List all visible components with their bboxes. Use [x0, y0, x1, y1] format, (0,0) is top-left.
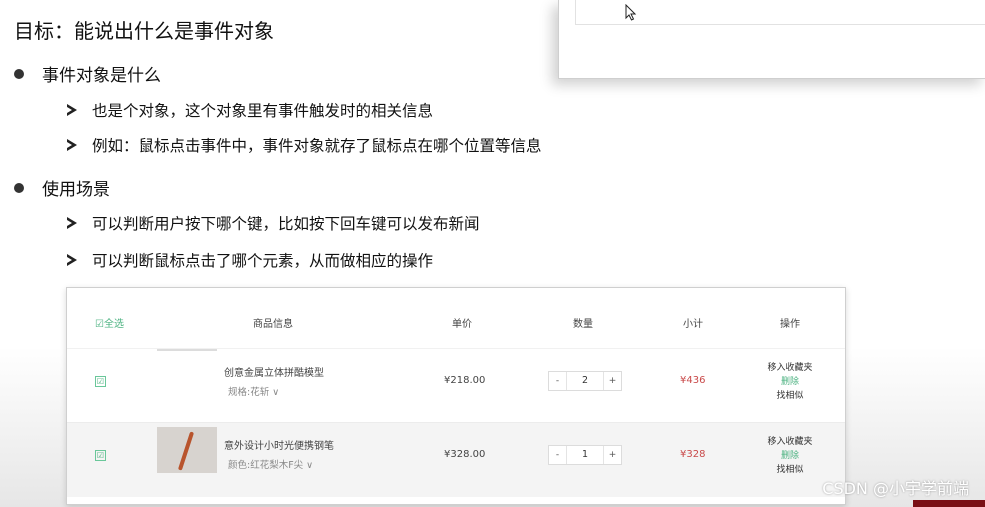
sub-item-text: 可以判断鼠标点击了哪个元素，从而做相应的操作: [92, 252, 434, 270]
arrow-bullet-icon: [67, 139, 77, 151]
sub-item: 可以判断鼠标点击了哪个元素，从而做相应的操作: [67, 249, 433, 271]
product-spec[interactable]: 规格:花斩 ∨: [228, 384, 279, 398]
sub-item: 也是个对象，这个对象里有事件触发时的相关信息: [67, 99, 433, 121]
watermark: CSDN @小宇学前端: [822, 479, 969, 498]
move-to-favorites-link[interactable]: 移入收藏夹: [757, 435, 823, 449]
find-similar-link[interactable]: 找相似: [757, 463, 823, 477]
sub-item: 可以判断用户按下哪个键，比如按下回车键可以发布新闻: [67, 212, 480, 234]
row-subtotal: ¥436: [680, 375, 706, 386]
product-name[interactable]: 意外设计小时光便携钢笔: [224, 437, 334, 452]
header-price: 单价: [452, 319, 472, 330]
row-actions: 移入收藏夹 删除 找相似: [757, 435, 823, 477]
sub-item: 例如：鼠标点击事件中，事件对象就存了鼠标点在哪个位置等信息: [67, 134, 542, 156]
unit-price: ¥328.00: [444, 449, 486, 460]
slide-title: 目标：能说出什么是事件对象: [14, 19, 274, 43]
cart-row: ☑ 创意金属立体拼酷模型 规格:花斩 ∨ ¥218.00 - 2 + ¥436 …: [67, 348, 845, 423]
unit-price: ¥218.00: [444, 375, 486, 386]
header-subtotal: 小计: [683, 319, 703, 330]
bullet-dot-icon: [14, 68, 24, 79]
row-actions: 移入收藏夹 删除 找相似: [757, 361, 823, 403]
quantity-stepper: - 2 +: [548, 371, 622, 391]
row-subtotal: ¥328: [680, 449, 706, 460]
delete-link[interactable]: 删除: [757, 375, 823, 389]
product-thumbnail[interactable]: [157, 349, 217, 397]
popup-window: [558, 0, 985, 79]
section-heading-label: 使用场景: [42, 180, 110, 200]
cart-row: ☑ 意外设计小时光便携钢笔 颜色:红花梨木F尖 ∨ ¥328.00 - 1 + …: [67, 422, 845, 497]
find-similar-link[interactable]: 找相似: [757, 389, 823, 403]
decrease-button[interactable]: -: [549, 372, 567, 390]
pen-image-icon: [177, 431, 195, 471]
mouse-cursor-icon: [625, 4, 637, 21]
product-name[interactable]: 创意金属立体拼酷模型: [224, 364, 324, 379]
arrow-bullet-icon: [67, 217, 77, 229]
section-heading-2: 使用场景: [14, 175, 110, 200]
cart-header-row: ☑全选 商品信息 单价 数量 小计 操作: [67, 288, 845, 348]
corner-bar: [913, 500, 985, 507]
increase-button[interactable]: +: [603, 446, 621, 464]
header-product: 商品信息: [253, 319, 293, 330]
product-thumbnail[interactable]: [157, 427, 217, 473]
move-to-favorites-link[interactable]: 移入收藏夹: [757, 361, 823, 375]
sub-item-text: 例如：鼠标点击事件中，事件对象就存了鼠标点在哪个位置等信息: [92, 137, 542, 155]
quantity-input[interactable]: 2: [567, 372, 603, 390]
section-heading-label: 事件对象是什么: [42, 66, 161, 86]
arrow-bullet-icon: [67, 104, 77, 116]
header-quantity: 数量: [573, 319, 593, 330]
increase-button[interactable]: +: [603, 372, 621, 390]
quantity-stepper: - 1 +: [548, 445, 622, 465]
sub-item-text: 可以判断用户按下哪个键，比如按下回车键可以发布新闻: [92, 215, 480, 233]
row-checkbox[interactable]: ☑: [95, 376, 106, 387]
bullet-dot-icon: [14, 182, 24, 193]
header-actions: 操作: [780, 319, 800, 330]
arrow-bullet-icon: [67, 254, 77, 266]
quantity-input[interactable]: 1: [567, 446, 603, 464]
row-checkbox[interactable]: ☑: [95, 450, 106, 461]
sub-item-text: 也是个对象，这个对象里有事件触发时的相关信息: [92, 102, 434, 120]
section-heading-1: 事件对象是什么: [14, 61, 161, 86]
delete-link[interactable]: 删除: [757, 449, 823, 463]
select-all-checkbox[interactable]: ☑全选: [95, 315, 124, 330]
product-spec[interactable]: 颜色:红花梨木F尖 ∨: [228, 457, 313, 471]
decrease-button[interactable]: -: [549, 446, 567, 464]
cart-table: ☑全选 商品信息 单价 数量 小计 操作 ☑ 创意金属立体拼酷模型 规格:花斩 …: [66, 287, 846, 505]
